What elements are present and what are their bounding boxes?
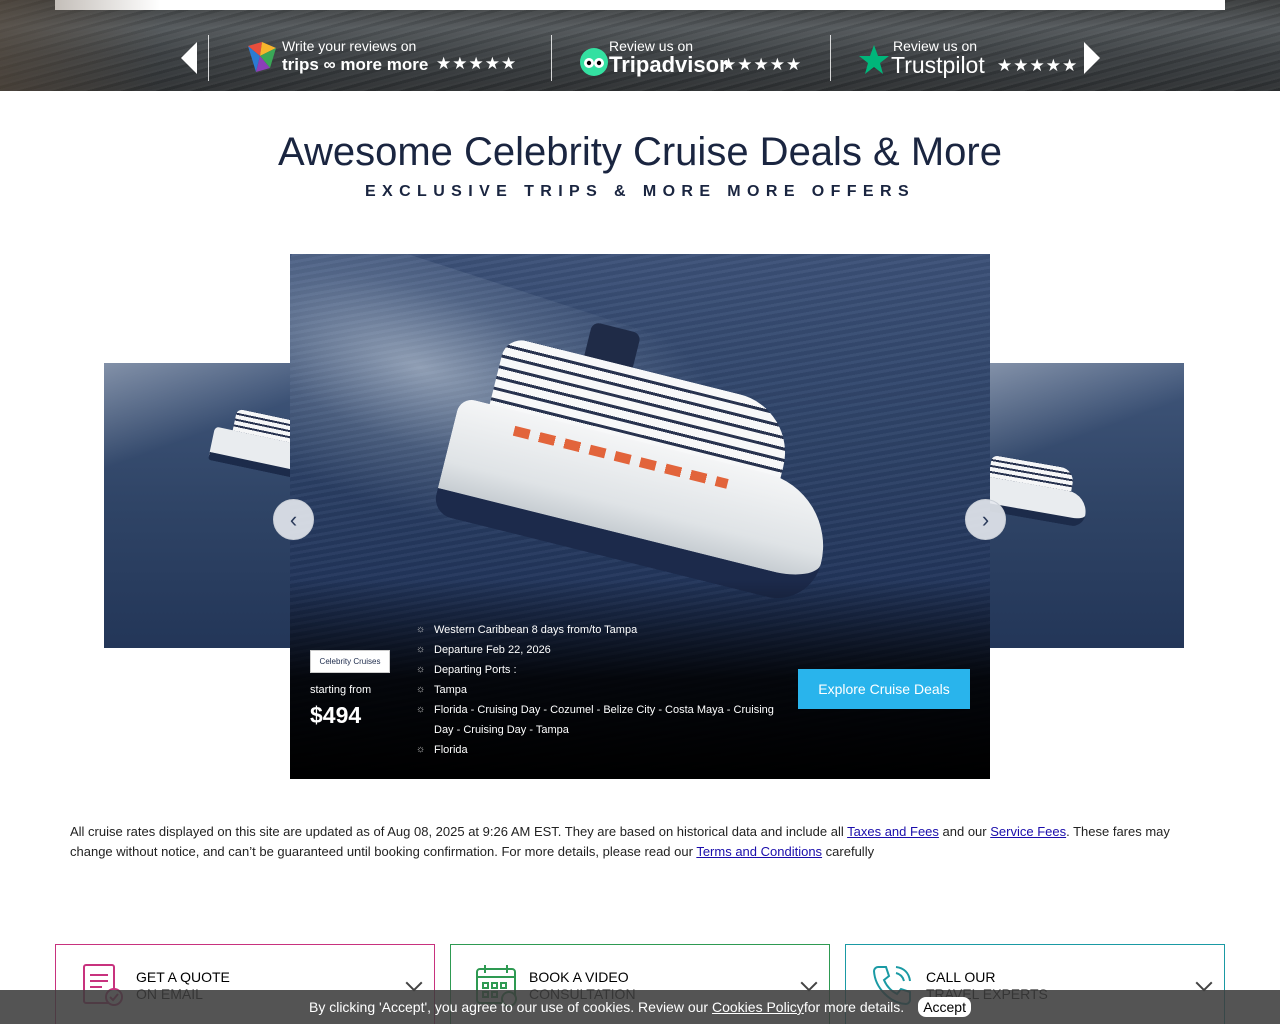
review-trustpilot[interactable]: Review us on Trustpilot ★★★★★ (858, 36, 1083, 80)
review-tripadvisor[interactable]: Review us on Tripadvisor ★★★★★ (578, 36, 808, 80)
price: $494 (310, 702, 362, 728)
cruise-detail-item: ☼ Florida - Cruising Day - Cozumel - Beli… (416, 704, 774, 736)
review-stars: ★★★★★ (997, 56, 1079, 75)
celebrity-cruises-logo: Celebrity Cruises (310, 650, 390, 673)
cruise-detail-item: ☼ Florida (416, 744, 468, 756)
cruise-detail-item: ☼ Departing Ports : (416, 664, 517, 676)
trustpilot-star-icon (859, 45, 889, 74)
carousel-active-slide: Celebrity Cruises starting from $494 ☼ We… (290, 254, 990, 779)
tripadvisor-owl-icon (580, 48, 608, 76)
divider (551, 35, 552, 81)
cookie-text: for more details. (803, 999, 905, 1015)
chevron-down-icon (800, 974, 818, 992)
chevron-down-icon (405, 974, 423, 992)
page-title: Awesome Celebrity Cruise Deals & More (278, 130, 1002, 174)
cruise-detail-item: ☼ Western Caribbean 8 days from/to Tampa (416, 624, 638, 636)
cookie-text: By clicking 'Accept', you agree to our u… (308, 999, 709, 1015)
explore-cruise-deals-button[interactable]: Explore Cruise Deals (798, 669, 970, 709)
page-subtitle: EXCLUSIVE TRIPS & MORE MORE OFFERS (364, 183, 916, 200)
sun-bullet-icon: ☼ (416, 744, 426, 755)
review-stars: ★★★★★ (721, 55, 803, 74)
cruise-details-list: ☼ Western Caribbean 8 days from/to Tampa … (416, 620, 776, 760)
sun-bullet-icon: ☼ (416, 684, 426, 695)
terms-and-conditions-link[interactable]: Terms and Conditions (696, 844, 822, 859)
header-strip (55, 0, 1225, 10)
cruise-detail-item: ☼ Departure Feb 22, 2026 (416, 644, 551, 656)
review-site-name: Trustpilot (891, 52, 985, 78)
review-site-name: Tripadvisor (609, 52, 728, 77)
divider (830, 35, 831, 81)
chevron-left-icon: ‹ (289, 506, 298, 532)
sun-bullet-icon: ☼ (416, 664, 426, 675)
starting-from-label: starting from (310, 684, 372, 696)
carousel-next-slide[interactable] (990, 363, 1184, 648)
review-trips-more-more[interactable]: Write your reviews on trips ∞ more more … (240, 36, 530, 80)
taxes-and-fees-link[interactable]: Taxes and Fees (847, 824, 939, 839)
page: Write your reviews on trips ∞ more more … (0, 0, 1280, 1024)
review-stars: ★★★★★ (436, 54, 518, 73)
cruise-detail-item: ☼ Tampa (416, 684, 468, 696)
sun-bullet-icon: ☼ (416, 624, 426, 635)
sun-bullet-icon: ☼ (416, 704, 426, 715)
chevron-right-icon: › (981, 506, 990, 532)
brand-name: Celebrity Cruises (319, 657, 381, 666)
trips-logo-icon (248, 42, 276, 72)
divider (208, 35, 209, 81)
sun-bullet-icon: ☼ (416, 644, 426, 655)
carousel-prev-slide[interactable] (104, 363, 294, 648)
review-prefix: Write your reviews on (282, 38, 417, 54)
cookie-consent-bar: By clicking 'Accept', you agree to our u… (0, 990, 1280, 1024)
carousel-next-button[interactable]: › (965, 499, 1006, 540)
banner-prev-arrow-icon[interactable] (181, 42, 197, 74)
banner-next-arrow-icon[interactable] (1084, 42, 1100, 74)
chevron-down-icon (1195, 974, 1213, 992)
carousel-prev-button[interactable]: ‹ (273, 499, 314, 540)
review-site-name: trips ∞ more more (282, 55, 429, 74)
service-fees-link[interactable]: Service Fees (990, 824, 1066, 839)
rates-disclaimer: All cruise rates displayed on this site … (70, 824, 1170, 859)
review-banner: Write your reviews on trips ∞ more more … (0, 0, 1280, 91)
accept-cookies-button[interactable]: Accept (918, 997, 971, 1017)
cookies-policy-link[interactable]: Cookies Policy (712, 999, 804, 1015)
